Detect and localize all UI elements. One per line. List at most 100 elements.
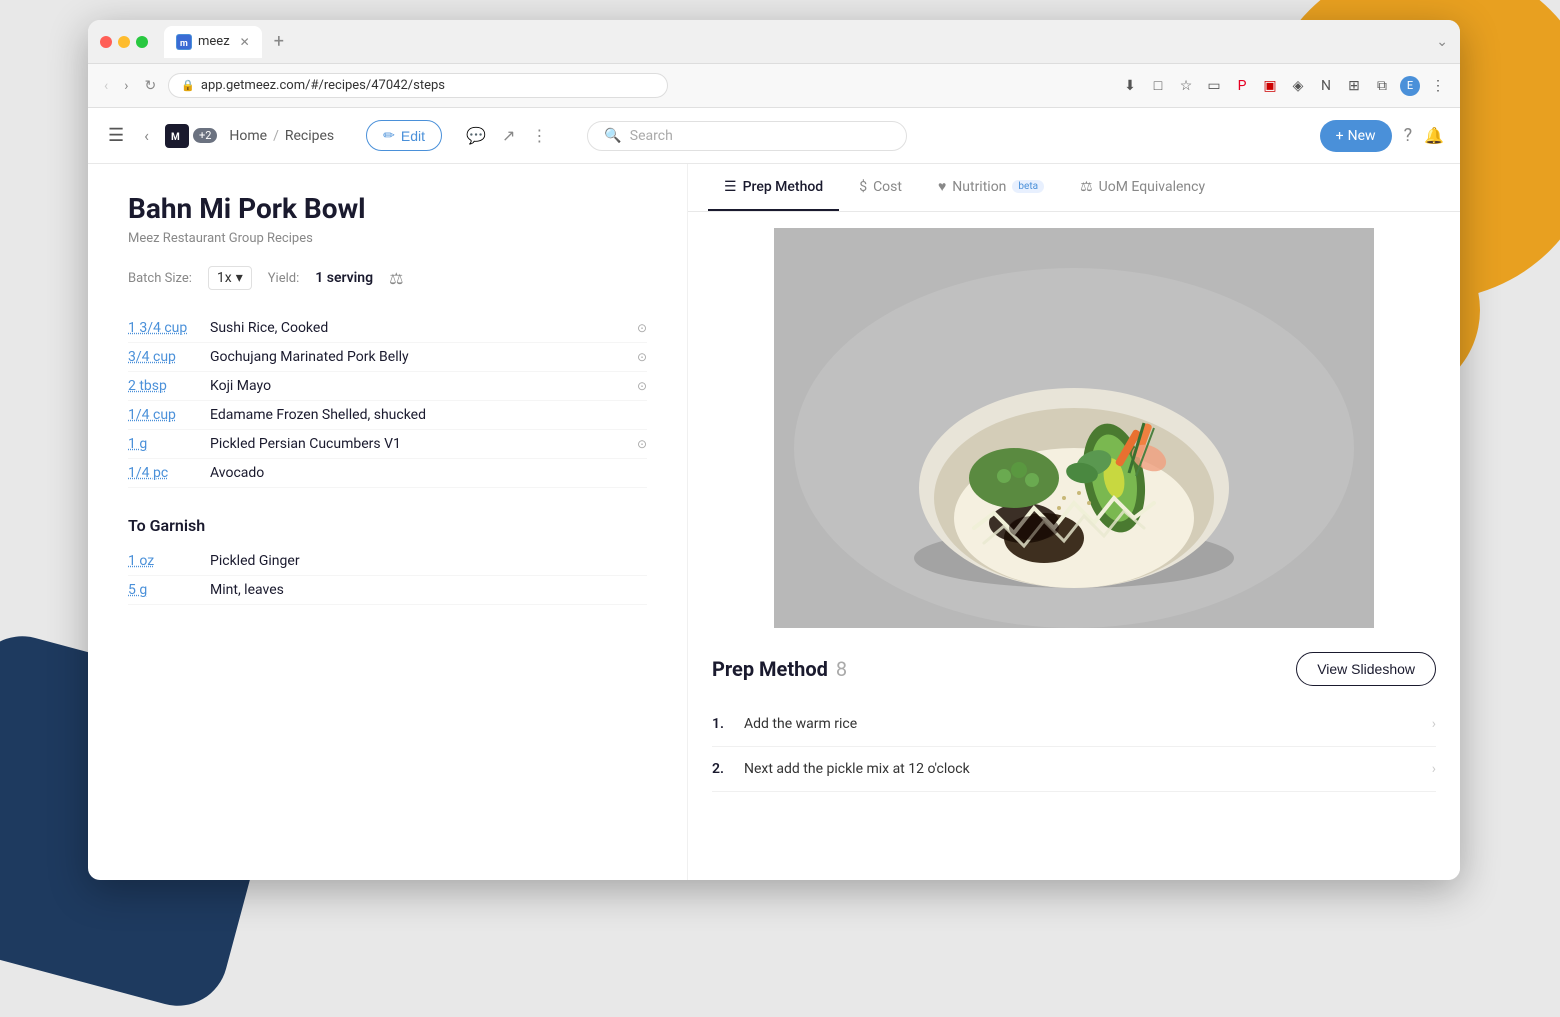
tab-uom[interactable]: ⚖ UoM Equivalency	[1064, 165, 1221, 211]
tab-nutrition-label: Nutrition	[952, 179, 1006, 195]
svg-text:M: M	[171, 132, 180, 143]
ingredient-row-3: 1/4 cup Edamame Frozen Shelled, shucked	[128, 401, 647, 430]
ingredient-qty-0: 1 3/4 cup	[128, 320, 198, 336]
yield-value: 1 serving	[315, 270, 373, 286]
step-expand-1[interactable]: ›	[1432, 716, 1436, 732]
step-num-2: 2.	[712, 761, 732, 777]
close-button[interactable]	[100, 36, 112, 48]
help-icon[interactable]: ?	[1404, 125, 1413, 146]
tab-uom-label: UoM Equivalency	[1099, 179, 1205, 195]
prep-method-section: Prep Method 8 View Slideshow 1. Add the …	[688, 636, 1460, 808]
garnish-name-1: Mint, leaves	[210, 582, 647, 598]
search-icon: 🔍	[604, 128, 621, 144]
extension-shield-icon[interactable]: ◈	[1288, 76, 1308, 96]
batch-row: Batch Size: 1x ▾ Yield: 1 serving ⚖	[128, 266, 647, 290]
new-btn-label: New	[1348, 128, 1376, 144]
more-options-icon[interactable]: ⋮	[1428, 76, 1448, 96]
ingredient-qty-5: 1/4 pc	[128, 465, 198, 481]
prep-method-title-text: Prep Method	[712, 657, 828, 681]
app-content: ☰ ‹ M +2 Home / Recipes ✏ Edit 💬 ↗ ⋮	[88, 108, 1460, 880]
tab-nutrition[interactable]: ♥ Nutrition beta	[922, 164, 1060, 211]
breadcrumb-separator: /	[273, 128, 279, 144]
browser-toolbar-icons: ⬇ □ ☆ ▭ P ▣ ◈ N ⊞ ⧉ E ⋮	[1120, 76, 1448, 96]
meez-logo: M	[165, 124, 189, 148]
ingredient-row-5: 1/4 pc Avocado	[128, 459, 647, 488]
browser-window: m meez ✕ + ⌄ ‹ › ↻ 🔒 app.getmeez.com/#/r…	[88, 20, 1460, 880]
tab-prep-method[interactable]: ☰ Prep Method	[708, 165, 839, 211]
tab-title: meez	[198, 34, 230, 49]
logo-area: M +2	[165, 124, 217, 148]
recipe-source: Meez Restaurant Group Recipes	[128, 231, 647, 246]
extension-grid-icon[interactable]: ⊞	[1344, 76, 1364, 96]
prep-step-1: 1. Add the warm rice ›	[712, 702, 1436, 747]
new-button[interactable]: + New	[1320, 120, 1392, 152]
ingredient-dropdown-1[interactable]: ⊙	[637, 350, 647, 364]
tab-favicon: m	[176, 34, 192, 50]
address-input[interactable]: 🔒 app.getmeez.com/#/recipes/47042/steps	[168, 73, 668, 98]
star-icon[interactable]: ☆	[1176, 76, 1196, 96]
heart-icon: ♥	[938, 178, 946, 195]
garnish-row-0: 1 oz Pickled Ginger	[128, 547, 647, 576]
extension-red-icon[interactable]: ▣	[1260, 76, 1280, 96]
window-maximize-icon[interactable]: ⌄	[1436, 34, 1448, 50]
extension-n-icon[interactable]: N	[1316, 76, 1336, 96]
breadcrumb: Home / Recipes	[229, 128, 334, 144]
tare-scale-icon[interactable]: ⚖	[389, 269, 403, 288]
step-num-1: 1.	[712, 716, 732, 732]
prep-step-2: 2. Next add the pickle mix at 12 o'clock…	[712, 747, 1436, 792]
edit-button[interactable]: ✏ Edit	[366, 120, 442, 151]
recipe-tabs: ☰ Prep Method $ Cost ♥ Nutrition beta ⚖	[688, 164, 1460, 212]
back-btn[interactable]: ‹	[140, 122, 153, 149]
ingredient-dropdown-0[interactable]: ⊙	[637, 321, 647, 335]
dollar-icon: $	[859, 179, 867, 195]
more-options-topbar-icon[interactable]: ⋮	[527, 122, 551, 149]
ingredient-dropdown-4[interactable]: ⊙	[637, 437, 647, 451]
extensions-icon[interactable]: ⧉	[1372, 76, 1392, 96]
browser-tab[interactable]: m meez ✕	[164, 26, 262, 58]
user-avatar-browser[interactable]: E	[1400, 76, 1420, 96]
share-icon[interactable]: ↗	[498, 122, 519, 149]
forward-nav-btn[interactable]: ›	[120, 74, 132, 98]
scales-icon: ⚖	[1080, 179, 1093, 195]
refresh-btn[interactable]: ↻	[140, 74, 160, 98]
ingredient-qty-4: 1 g	[128, 436, 198, 452]
ingredient-qty-3: 1/4 cup	[128, 407, 198, 423]
search-box[interactable]: 🔍 Search	[587, 121, 907, 151]
ingredient-row-0: 1 3/4 cup Sushi Rice, Cooked ⊙	[128, 314, 647, 343]
new-tab-btn[interactable]: +	[274, 31, 284, 52]
ingredient-name-0: Sushi Rice, Cooked	[210, 320, 625, 336]
step-expand-2[interactable]: ›	[1432, 761, 1436, 777]
step-count: 8	[836, 657, 847, 681]
notification-icon[interactable]: 🔔	[1424, 126, 1444, 145]
recipe-image-container	[688, 212, 1460, 636]
garnish-section-label: To Garnish	[128, 516, 647, 535]
ingredient-dropdown-2[interactable]: ⊙	[637, 379, 647, 393]
batch-size-select[interactable]: 1x ▾	[208, 266, 252, 290]
download-icon[interactable]: ⬇	[1120, 76, 1140, 96]
cast-icon[interactable]: ▭	[1204, 76, 1224, 96]
right-panel: ☰ Prep Method $ Cost ♥ Nutrition beta ⚖	[688, 164, 1460, 880]
breadcrumb-home[interactable]: Home	[229, 128, 267, 144]
tab-close-btn[interactable]: ✕	[240, 35, 250, 49]
ingredient-row-1: 3/4 cup Gochujang Marinated Pork Belly ⊙	[128, 343, 647, 372]
maximize-button[interactable]	[136, 36, 148, 48]
comment-icon[interactable]: 💬	[462, 122, 490, 149]
view-slideshow-button[interactable]: View Slideshow	[1296, 652, 1436, 686]
breadcrumb-recipes[interactable]: Recipes	[285, 128, 334, 144]
bookmark-add-icon[interactable]: □	[1148, 76, 1168, 96]
list-icon: ☰	[724, 179, 737, 195]
ingredient-row-2: 2 tbsp Koji Mayo ⊙	[128, 372, 647, 401]
prep-method-header: Prep Method 8 View Slideshow	[712, 652, 1436, 686]
topbar-action-icons: 💬 ↗ ⋮	[462, 122, 551, 149]
back-nav-btn[interactable]: ‹	[100, 74, 112, 98]
hamburger-menu-btn[interactable]: ☰	[104, 121, 128, 150]
pinterest-icon[interactable]: P	[1232, 76, 1252, 96]
app-topbar: ☰ ‹ M +2 Home / Recipes ✏ Edit 💬 ↗ ⋮	[88, 108, 1460, 164]
edit-btn-label: Edit	[401, 128, 425, 144]
garnish-list: 1 oz Pickled Ginger 5 g Mint, leaves	[128, 547, 647, 605]
batch-size-label: Batch Size:	[128, 271, 192, 286]
minimize-button[interactable]	[118, 36, 130, 48]
lock-icon: 🔒	[181, 79, 195, 92]
tab-cost[interactable]: $ Cost	[843, 165, 918, 211]
ingredient-qty-1: 3/4 cup	[128, 349, 198, 365]
